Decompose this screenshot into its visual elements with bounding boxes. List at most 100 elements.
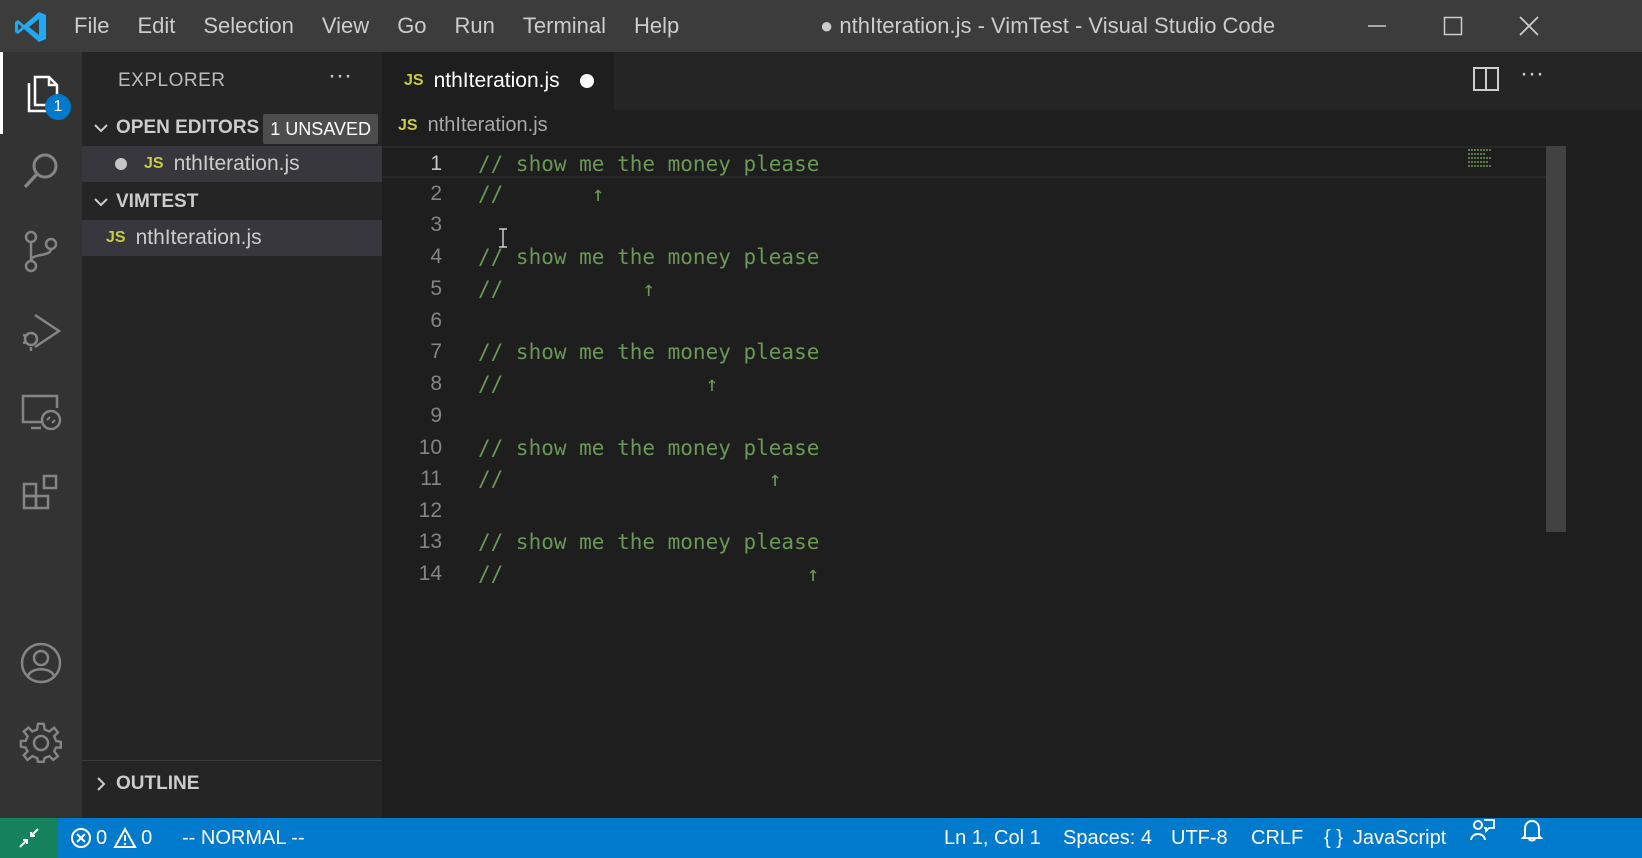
maximize-icon bbox=[1443, 16, 1463, 36]
line-number: 6 bbox=[430, 309, 442, 332]
chevron-down-icon bbox=[86, 120, 116, 136]
code-line[interactable]: 4 // show me the money please bbox=[382, 241, 1552, 273]
menu-go[interactable]: Go bbox=[383, 0, 440, 52]
tab-label: nthIteration.js bbox=[433, 69, 560, 92]
menu-view[interactable]: View bbox=[308, 0, 383, 52]
explorer-sidebar: EXPLORER ··· OPEN EDITORS 1 UNSAVED JS n… bbox=[82, 52, 382, 818]
code-line[interactable]: 11 // ↑ bbox=[382, 463, 1552, 495]
remote-explorer-icon bbox=[21, 394, 62, 431]
minimize-button[interactable] bbox=[1342, 0, 1412, 52]
menu-file[interactable]: File bbox=[60, 0, 123, 52]
menu-edit[interactable]: Edit bbox=[123, 0, 189, 52]
menu-run[interactable]: Run bbox=[441, 0, 509, 52]
feedback-icon bbox=[1470, 819, 1495, 841]
line-content: // show me the money please bbox=[478, 152, 820, 176]
line-content: // show me the money please bbox=[478, 436, 820, 460]
line-content: // ↑ bbox=[478, 182, 605, 206]
line-content: // ↑ bbox=[478, 562, 820, 586]
error-icon bbox=[71, 828, 91, 848]
code-line[interactable]: 12 bbox=[382, 495, 1552, 527]
remote-explorer-activity-button[interactable] bbox=[0, 370, 82, 452]
split-editor-icon[interactable] bbox=[1472, 66, 1500, 92]
line-number: 8 bbox=[430, 372, 442, 395]
js-file-icon: JS bbox=[106, 229, 126, 246]
open-editor-filename: nthIteration.js bbox=[173, 152, 300, 175]
encoding-button[interactable]: UTF-8 bbox=[1171, 818, 1228, 858]
code-line[interactable]: 9 bbox=[382, 400, 1552, 432]
menu-help[interactable]: Help bbox=[620, 0, 693, 52]
code-line[interactable]: 10 // show me the money please bbox=[382, 432, 1552, 464]
text-cursor-icon bbox=[499, 228, 507, 248]
braces-icon: { } bbox=[1324, 827, 1343, 849]
run-debug-activity-button[interactable] bbox=[0, 290, 82, 372]
code-line[interactable]: 5 // ↑ bbox=[382, 273, 1552, 305]
feedback-button[interactable] bbox=[1470, 818, 1496, 842]
explorer-activity-button[interactable]: 1 bbox=[0, 52, 82, 134]
line-ending-button[interactable]: CRLF bbox=[1251, 818, 1303, 858]
problems-button[interactable]: 0 0 bbox=[70, 818, 152, 858]
vscode-logo-icon bbox=[15, 12, 46, 42]
unsaved-dot-icon[interactable] bbox=[82, 157, 128, 171]
menu-bar: File Edit Selection View Go Run Terminal Help bbox=[60, 0, 693, 52]
notifications-button[interactable] bbox=[1520, 818, 1544, 842]
chevron-right-icon bbox=[86, 776, 116, 792]
line-content: // ↑ bbox=[478, 372, 719, 396]
workspace-filename: nthIteration.js bbox=[135, 226, 262, 249]
editor-more-actions-button[interactable]: ··· bbox=[1520, 60, 1544, 88]
line-number: 4 bbox=[430, 245, 442, 268]
workspace-file-item[interactable]: JS nthIteration.js bbox=[82, 220, 382, 256]
warning-count: 0 bbox=[141, 827, 153, 849]
line-number: 12 bbox=[418, 499, 442, 522]
workspace-label: VIMTEST bbox=[116, 191, 199, 212]
remote-indicator-button[interactable] bbox=[0, 818, 58, 858]
line-number: 7 bbox=[430, 340, 442, 363]
activity-bar: 1 bbox=[0, 52, 82, 818]
js-file-icon: JS bbox=[398, 116, 418, 134]
explorer-title: EXPLORER bbox=[118, 70, 226, 91]
outline-section-header[interactable]: OUTLINE bbox=[82, 760, 382, 807]
open-editors-label: OPEN EDITORS bbox=[116, 117, 260, 138]
code-line[interactable]: 14 // ↑ bbox=[382, 558, 1552, 590]
open-editor-item[interactable]: JS nthIteration.js bbox=[82, 146, 382, 182]
language-mode-button[interactable]: { } JavaScript bbox=[1324, 818, 1446, 858]
unsaved-dot-icon[interactable] bbox=[580, 74, 594, 88]
tab-nthiteration[interactable]: JS nthIteration.js bbox=[382, 52, 614, 110]
accounts-activity-button[interactable] bbox=[0, 622, 82, 704]
warning-icon bbox=[113, 827, 137, 848]
status-bar: 0 0 -- NORMAL -- Ln 1, Col 1 Spaces: 4 U… bbox=[0, 818, 1642, 858]
code-line[interactable]: 13 // show me the money please bbox=[382, 526, 1552, 558]
search-activity-button[interactable] bbox=[0, 130, 82, 212]
minimap[interactable] bbox=[1468, 148, 1492, 168]
code-line[interactable]: 6 bbox=[382, 305, 1552, 337]
close-button[interactable] bbox=[1494, 0, 1564, 52]
code-line[interactable]: 1 // show me the money please bbox=[382, 146, 1552, 178]
window-title: ● nthIteration.js - VimTest - Visual Stu… bbox=[820, 13, 1276, 38]
line-number: 3 bbox=[430, 213, 442, 236]
manage-activity-button[interactable] bbox=[0, 702, 82, 784]
code-line[interactable]: 2 // ↑ bbox=[382, 178, 1552, 210]
line-number: 11 bbox=[420, 467, 442, 490]
line-number: 10 bbox=[418, 436, 442, 459]
vimtest-section-header[interactable]: VIMTEST bbox=[82, 184, 382, 220]
title-bar: File Edit Selection View Go Run Terminal Help ●… bbox=[0, 0, 1642, 52]
line-number: 13 bbox=[418, 530, 442, 553]
extensions-activity-button[interactable] bbox=[0, 450, 82, 532]
code-line[interactable]: 3 bbox=[382, 209, 1552, 241]
source-control-activity-button[interactable] bbox=[0, 210, 82, 292]
breadcrumb[interactable]: JS nthIteration.js bbox=[398, 114, 548, 137]
menu-selection[interactable]: Selection bbox=[189, 0, 308, 52]
line-content: // show me the money please bbox=[478, 530, 820, 554]
code-line[interactable]: 7 // show me the money please bbox=[382, 336, 1552, 368]
maximize-button[interactable] bbox=[1418, 0, 1488, 52]
code-line[interactable]: 8 // ↑ bbox=[382, 368, 1552, 400]
explorer-more-actions-button[interactable]: ··· bbox=[328, 62, 352, 90]
cursor-position-button[interactable]: Ln 1, Col 1 bbox=[944, 818, 1041, 858]
open-editors-section-header[interactable]: OPEN EDITORS 1 UNSAVED bbox=[82, 110, 382, 146]
menu-terminal[interactable]: Terminal bbox=[509, 0, 620, 52]
js-file-icon: JS bbox=[144, 155, 164, 172]
vim-mode-indicator: -- NORMAL -- bbox=[182, 827, 305, 849]
vertical-scrollbar-thumb[interactable] bbox=[1546, 146, 1566, 532]
error-count: 0 bbox=[96, 827, 108, 849]
indentation-button[interactable]: Spaces: 4 bbox=[1063, 818, 1152, 858]
source-control-icon bbox=[24, 230, 58, 273]
